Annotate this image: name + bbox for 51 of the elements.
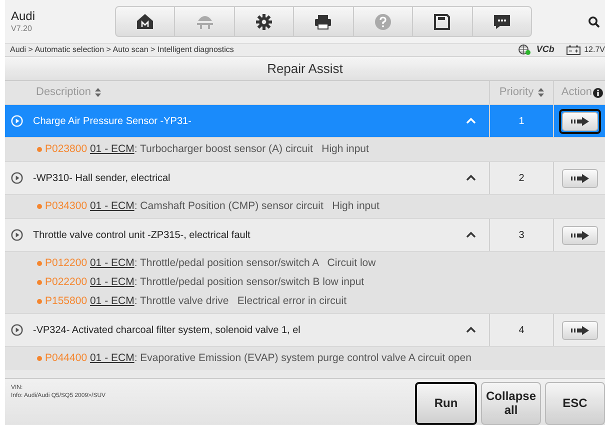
printer-icon[interactable] (314, 12, 332, 30)
fault-line: P044400 01 - ECM: Evaporative Emission (EVAP) system purge control valve A circuit open (5, 349, 605, 368)
table-row[interactable]: -WP310- Hall sender, electrical 2 (5, 161, 605, 194)
info-icon[interactable] (593, 88, 603, 98)
save-icon[interactable] (433, 12, 452, 30)
footer-button[interactable]: ESC (545, 382, 605, 425)
chevron-icon[interactable] (466, 174, 476, 182)
chevron-icon[interactable] (466, 326, 476, 334)
page-title: Repair Assist (267, 60, 343, 78)
row-description: -WP310- Hall sender, electrical (33, 172, 172, 186)
arrow-icon (570, 230, 588, 240)
action-button[interactable] (562, 112, 598, 130)
play-icon[interactable] (11, 324, 23, 336)
fault-line: P012200 01 - ECM: Throttle/pedal position sensor/switch A Circuit low (5, 254, 605, 273)
table-row[interactable]: Throttle valve control unit -ZP315-, electrical fault 3 (5, 218, 605, 251)
table-row[interactable]: -VP324- Activated charcoal filter system, solenoid valve 1, el 4 (5, 313, 605, 346)
sort-icon[interactable] (538, 88, 544, 97)
action-button[interactable] (562, 226, 598, 244)
arrow-icon (570, 326, 588, 334)
version-label: V7.20 (11, 25, 33, 33)
row-description: Charge Air Pressure Sensor -YP31- (33, 114, 192, 128)
fault-line: P034300 01 - ECM: Camshaft Position (CMP) sensor circuit High input (5, 197, 605, 216)
chevron-icon[interactable] (466, 231, 476, 239)
arrow-icon (570, 116, 588, 126)
priority-value: 4 (518, 324, 524, 338)
vci-status-label: VCb (536, 43, 554, 56)
app-title: Audi (11, 10, 36, 22)
breadcrumb: Audi > Automatic selection > Auto scan > Intelligent diagnostics (10, 44, 235, 56)
chat-icon[interactable] (492, 12, 511, 30)
action-button[interactable] (562, 320, 598, 340)
voltage-label: 12.7V (584, 44, 605, 56)
priority-value: 1 (518, 114, 524, 128)
battery-icon (566, 45, 582, 55)
search-icon[interactable] (588, 16, 600, 28)
settings-icon[interactable] (255, 12, 274, 30)
sort-icon[interactable] (95, 88, 102, 97)
row-description: Throttle valve control unit -ZP315-, electrical fault (33, 228, 252, 242)
priority-value: 2 (518, 172, 524, 186)
fault-line: P155800 01 - ECM: Throttle valve drive Electrical error in circuit (5, 292, 605, 311)
fault-line: P022200 01 - ECM: Throttle/pedal position sensor/switch B low input (5, 273, 605, 292)
action-button[interactable] (562, 168, 598, 188)
globe-icon (518, 44, 531, 56)
home-icon[interactable] (136, 12, 154, 30)
footer-button[interactable]: Run (415, 382, 477, 425)
fault-line: P023800 01 - ECM: Turbocharger boost sensor (A) circuit High input (5, 140, 605, 159)
row-description: -VP324- Activated charcoal filter system, solenoid valve 1, el (33, 324, 302, 338)
play-icon[interactable] (11, 172, 23, 184)
play-icon[interactable] (11, 229, 23, 241)
footer-button[interactable]: Collapse all (481, 382, 541, 425)
priority-value: 3 (518, 228, 524, 242)
arrow-icon (570, 174, 588, 182)
